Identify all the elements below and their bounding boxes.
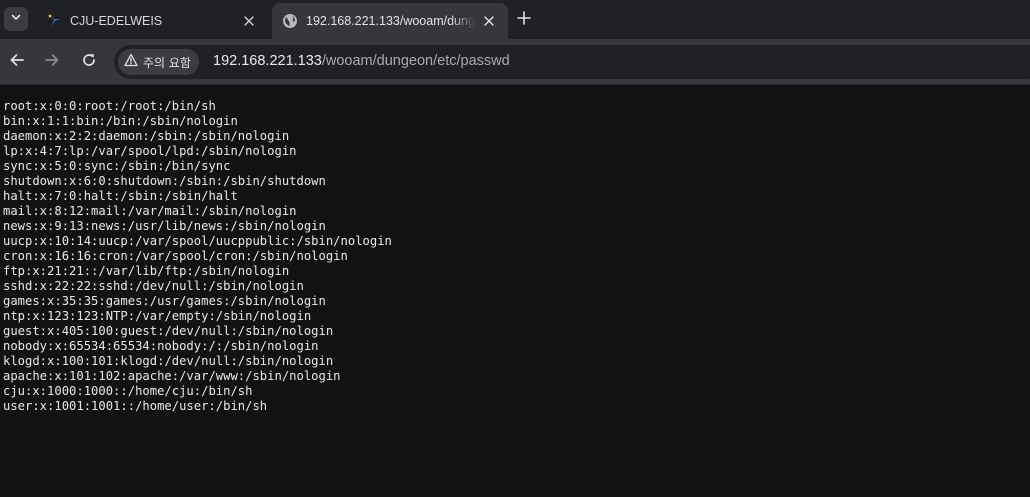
- passwd-line: uucp:x:10:14:uucp:/var/spool/uucppublic:…: [3, 234, 392, 248]
- plus-icon: [517, 10, 531, 30]
- close-icon[interactable]: [480, 12, 498, 30]
- passwd-line: halt:x:7:0:halt:/sbin:/sbin/halt: [3, 189, 238, 203]
- passwd-file-text: root:x:0:0:root:/root:/bin/sh bin:x:1:1:b…: [3, 99, 392, 414]
- passwd-line: cju:x:1000:1000::/home/cju:/bin/sh: [3, 384, 253, 398]
- passwd-line: mail:x:8:12:mail:/var/mail:/sbin/nologin: [3, 204, 297, 218]
- page-content: root:x:0:0:root:/root:/bin/sh bin:x:1:1:b…: [0, 86, 1030, 497]
- passwd-line: root:x:0:0:root:/root:/bin/sh: [3, 99, 216, 113]
- warning-triangle-icon: [124, 53, 138, 72]
- tab-search-button[interactable]: [4, 7, 28, 31]
- security-label: 주의 요함: [143, 55, 191, 70]
- passwd-line: bin:x:1:1:bin:/bin:/sbin/nologin: [3, 114, 238, 128]
- address-bar[interactable]: 주의 요함 192.168.221.133/wooam/dungeon/etc/…: [114, 45, 1030, 79]
- arrow-right-icon: [44, 52, 60, 73]
- tab-title: CJU-EDELWEIS: [70, 14, 163, 28]
- passwd-line: cron:x:16:16:cron:/var/spool/cron:/sbin/…: [3, 249, 348, 263]
- passwd-line: shutdown:x:6:0:shutdown:/sbin:/sbin/shut…: [3, 174, 326, 188]
- security-chip[interactable]: 주의 요함: [118, 49, 199, 75]
- arrow-left-icon: [9, 52, 25, 73]
- passwd-line: sync:x:5:0:sync:/sbin:/bin/sync: [3, 159, 231, 173]
- tab-title: 192.168.221.133/wooam/dungeon/etc/passwd: [306, 14, 476, 28]
- passwd-line: daemon:x:2:2:daemon:/sbin:/sbin/nologin: [3, 129, 290, 143]
- passwd-line: ftp:x:21:21::/var/lib/ftp:/sbin/nologin: [3, 264, 290, 278]
- forward-button[interactable]: [40, 50, 64, 74]
- close-icon[interactable]: [240, 12, 258, 30]
- edelweis-favicon-icon: [46, 13, 62, 29]
- browser-toolbar: 주의 요함 192.168.221.133/wooam/dungeon/etc/…: [0, 39, 1030, 85]
- url-path: /wooam/dungeon/etc/passwd: [321, 53, 510, 69]
- reload-button[interactable]: [77, 50, 101, 74]
- passwd-line: user:x:1001:1001::/home/user:/bin/sh: [3, 399, 268, 413]
- chevron-down-icon: [10, 10, 22, 28]
- tab-cju-edelweis[interactable]: CJU-EDELWEIS: [36, 3, 268, 39]
- passwd-line: apache:x:101:102:apache:/var/www:/sbin/n…: [3, 369, 341, 383]
- new-tab-button[interactable]: [514, 10, 534, 30]
- passwd-line: games:x:35:35:games:/usr/games:/sbin/nol…: [3, 294, 326, 308]
- tab-strip: CJU-EDELWEIS 192.168.221.133/wooam/dunge…: [0, 0, 1030, 39]
- url-text[interactable]: 192.168.221.133/wooam/dungeon/etc/passwd: [213, 53, 510, 69]
- passwd-line: ntp:x:123:123:NTP:/var/empty:/sbin/nolog…: [3, 309, 312, 323]
- tab-passwd[interactable]: 192.168.221.133/wooam/dungeon/etc/passwd: [272, 3, 508, 39]
- passwd-line: klogd:x:100:101:klogd:/dev/null:/sbin/no…: [3, 354, 334, 368]
- passwd-line: lp:x:4:7:lp:/var/spool/lpd:/sbin/nologin: [3, 144, 297, 158]
- passwd-line: nobody:x:65534:65534:nobody:/:/sbin/nolo…: [3, 339, 319, 353]
- url-host: 192.168.221.133: [213, 53, 322, 69]
- globe-icon: [282, 13, 298, 29]
- back-button[interactable]: [5, 50, 29, 74]
- passwd-line: sshd:x:22:22:sshd:/dev/null:/sbin/nologi…: [3, 279, 304, 293]
- reload-icon: [81, 52, 97, 73]
- passwd-line: guest:x:405:100:guest:/dev/null:/sbin/no…: [3, 324, 334, 338]
- passwd-line: news:x:9:13:news:/usr/lib/news:/sbin/nol…: [3, 219, 326, 233]
